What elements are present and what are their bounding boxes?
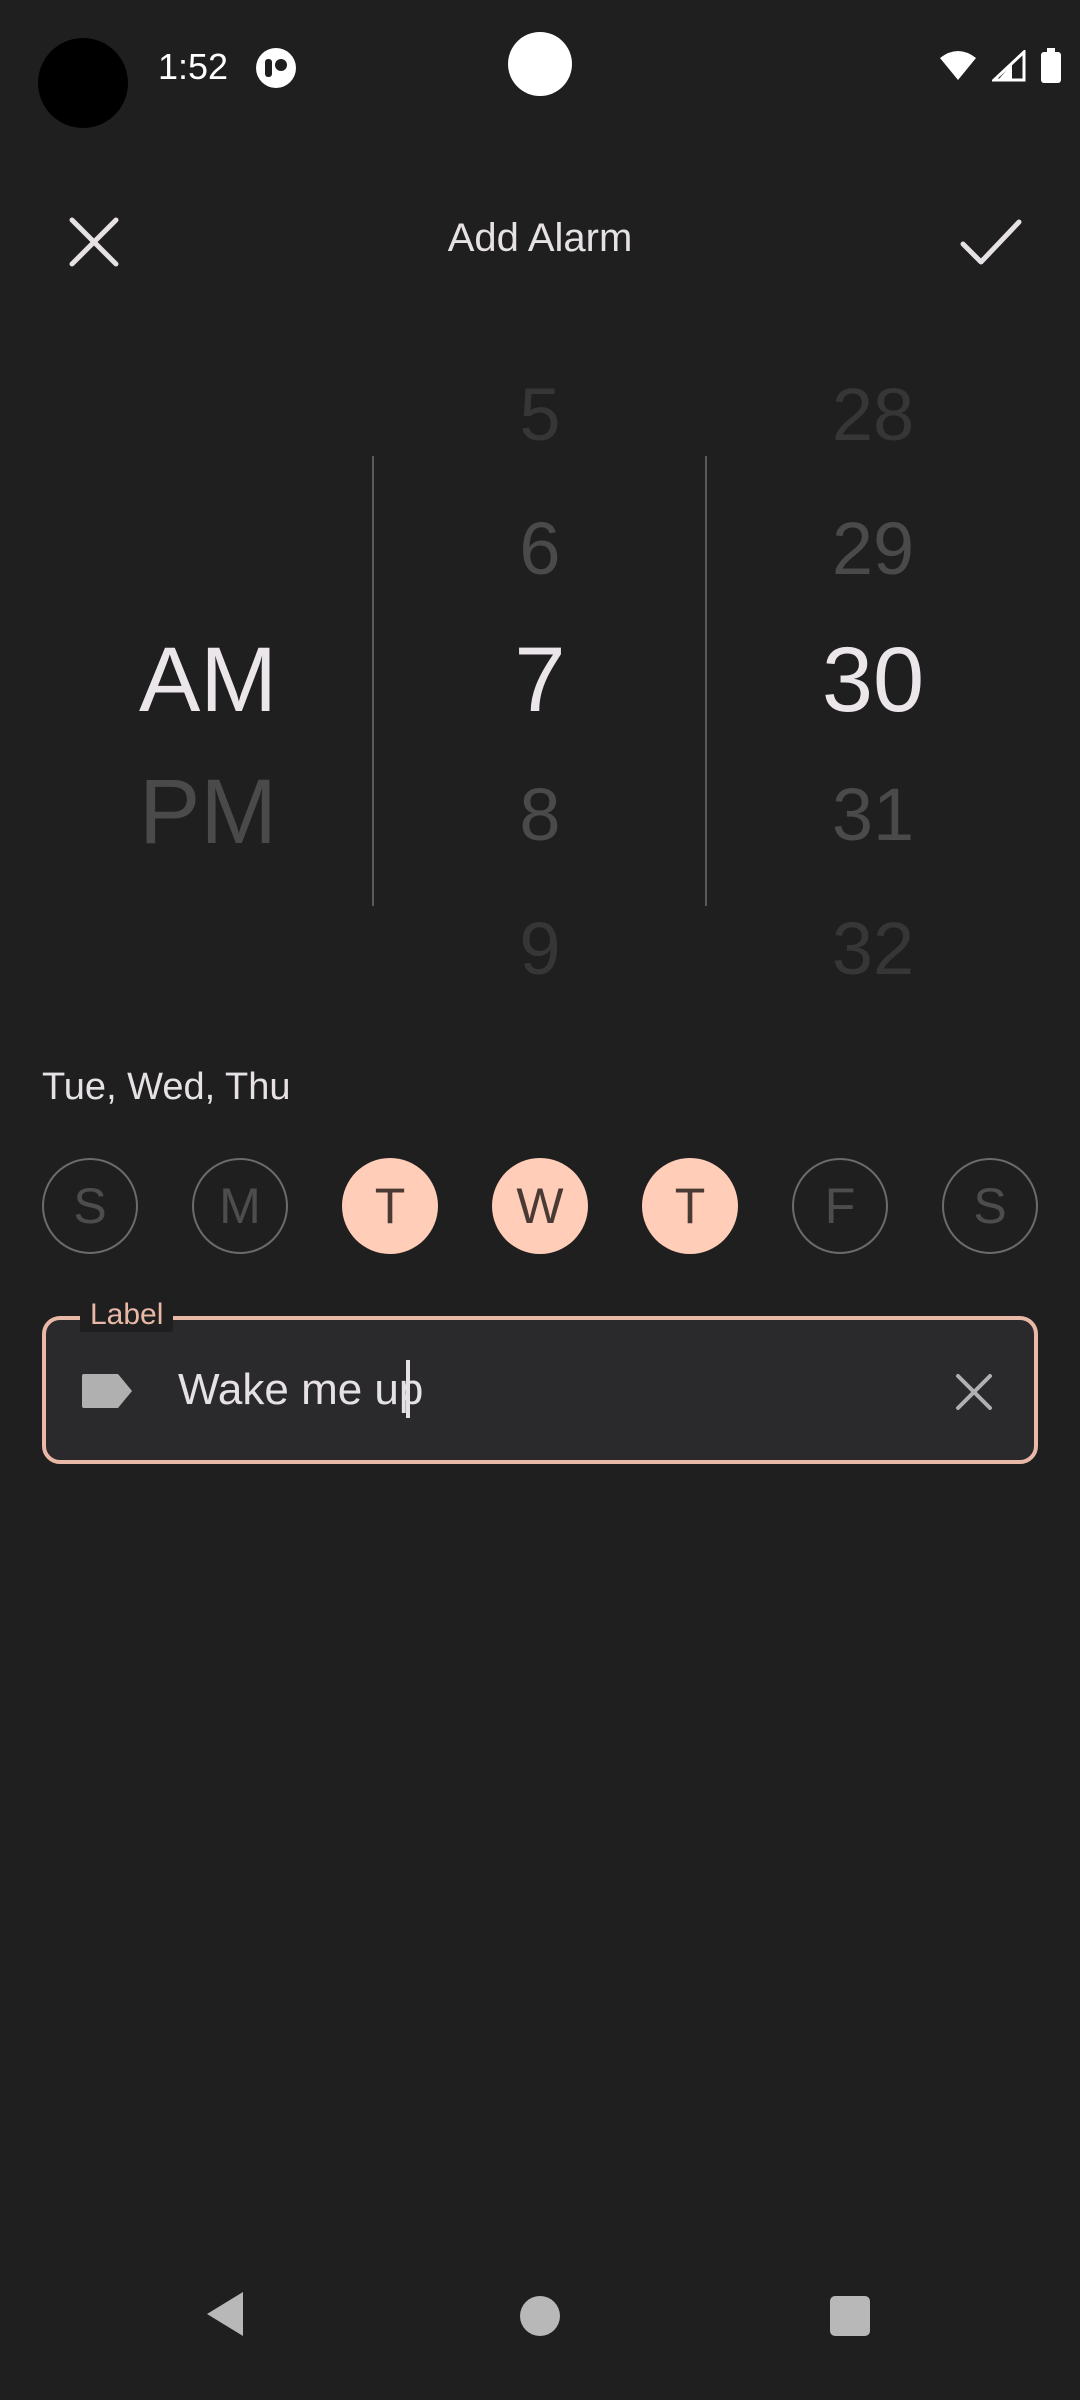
day-chip-thursday[interactable]: T xyxy=(642,1158,738,1254)
check-icon xyxy=(960,219,1022,265)
day-chip-sunday[interactable]: S xyxy=(42,1158,138,1254)
minute-selected[interactable]: 30 xyxy=(723,628,1023,733)
ampm-selected[interactable]: AM xyxy=(58,628,358,733)
page-title: Add Alarm xyxy=(447,216,633,260)
label-icon xyxy=(82,1374,132,1408)
back-icon[interactable] xyxy=(205,2290,245,2338)
day-selector: S M T W T F S xyxy=(42,1158,1038,1254)
status-icons xyxy=(938,48,1062,84)
time-picker: AM PM 5 6 7 8 9 28 29 30 31 32 xyxy=(0,360,1080,1000)
wheel-divider xyxy=(705,456,707,906)
hour-option[interactable]: 9 xyxy=(390,906,690,991)
screen-record-indicator xyxy=(38,38,128,128)
day-chip-wednesday[interactable]: W xyxy=(492,1158,588,1254)
minute-option[interactable]: 28 xyxy=(723,372,1023,457)
label-input[interactable] xyxy=(178,1360,878,1420)
hour-option[interactable]: 5 xyxy=(390,372,690,457)
minute-option[interactable]: 29 xyxy=(723,506,1023,591)
notification-app-icon xyxy=(256,48,296,88)
wifi-icon xyxy=(940,51,976,80)
clear-icon xyxy=(956,1374,992,1410)
top-app-bar: Add Alarm xyxy=(0,190,1080,290)
status-time: 1:52 xyxy=(158,46,229,87)
label-field[interactable]: Label xyxy=(42,1298,1038,1464)
hour-option[interactable]: 8 xyxy=(390,772,690,857)
battery-icon xyxy=(1041,48,1061,83)
minute-option[interactable]: 32 xyxy=(723,906,1023,991)
minute-option[interactable]: 31 xyxy=(723,772,1023,857)
label-field-legend: Label xyxy=(80,1298,174,1332)
clear-label-button[interactable] xyxy=(946,1364,1002,1420)
day-chip-saturday[interactable]: S xyxy=(942,1158,1038,1254)
text-caret xyxy=(406,1360,410,1418)
status-bar: 1:52 xyxy=(0,0,1080,130)
wheel-divider xyxy=(372,456,374,906)
hour-selected[interactable]: 7 xyxy=(390,628,690,733)
day-chip-friday[interactable]: F xyxy=(792,1158,888,1254)
save-button[interactable] xyxy=(948,204,1034,280)
add-alarm-screen: 1:52 Add Alarm AM PM 5 6 7 8 9 28 29 30 … xyxy=(0,0,1080,2400)
navigation-bar xyxy=(0,2270,1080,2400)
camera-cutout xyxy=(508,32,572,96)
recents-button[interactable] xyxy=(830,2296,870,2336)
days-summary: Tue, Wed, Thu xyxy=(42,1066,291,1108)
hour-option[interactable]: 6 xyxy=(390,506,690,591)
day-chip-tuesday[interactable]: T xyxy=(342,1158,438,1254)
ampm-option[interactable]: PM xyxy=(58,760,358,865)
signal-icon xyxy=(992,50,1026,82)
day-chip-monday[interactable]: M xyxy=(192,1158,288,1254)
home-button[interactable] xyxy=(520,2296,560,2336)
